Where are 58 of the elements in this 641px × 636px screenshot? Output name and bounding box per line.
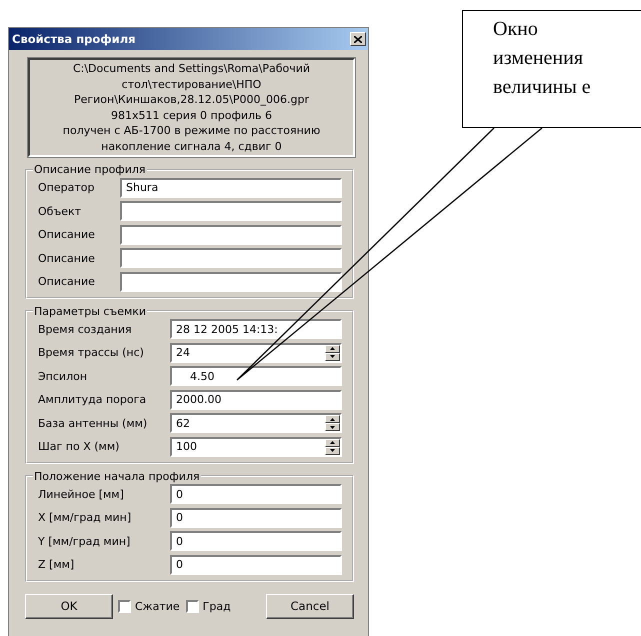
cancel-button[interactable]: Cancel	[266, 594, 354, 618]
input-field[interactable]	[120, 272, 342, 292]
field-label: Время создания	[37, 322, 133, 336]
close-icon	[354, 36, 362, 42]
field-label: X [мм/град мин]	[37, 511, 132, 524]
field-label: Описание	[37, 252, 96, 265]
spin-control[interactable]	[325, 344, 340, 361]
field-label: Шаг по X (мм)	[37, 440, 120, 454]
field-label: Y [мм/град мин]	[37, 534, 132, 548]
spin-control[interactable]	[325, 438, 340, 455]
spin-field[interactable]: 100	[170, 436, 342, 457]
input-field[interactable]: 0	[170, 508, 342, 528]
input-field[interactable]: 4.50	[170, 366, 342, 386]
input-field[interactable]: 0	[170, 554, 342, 575]
field-label: Оператор	[37, 181, 96, 194]
info-text: C:\Documents and Settings\Roma\Рабочий	[72, 61, 310, 76]
spin-field[interactable]: 62	[170, 413, 342, 434]
checkbox-label: Град	[202, 600, 231, 612]
field-label: Описание	[37, 275, 96, 288]
input-field[interactable]: 2000.00	[170, 390, 342, 410]
up-arrow-icon	[330, 418, 335, 421]
group-title: Положение начала профиля	[33, 470, 201, 482]
field-label: Линейное [мм]	[37, 488, 125, 501]
input-field[interactable]: 0	[170, 531, 342, 552]
checkbox[interactable]	[118, 600, 131, 612]
up-arrow-icon	[330, 347, 335, 350]
field-label: Эпсилон	[37, 370, 88, 383]
field-label: Объект	[37, 204, 82, 218]
group-title: Описание профиля	[33, 163, 146, 176]
callout: Окно изменения величины е	[462, 10, 641, 128]
field-label: Описание	[37, 228, 96, 242]
info-text: 981x511 серия 0 профиль 6	[110, 108, 272, 123]
ok-button[interactable]: OK	[25, 594, 113, 618]
field-label: База антенны (мм)	[37, 416, 148, 430]
field-label: Амплитуда порога	[37, 393, 148, 406]
info-text: стол\тестирование\НПО	[122, 76, 262, 92]
down-arrow-icon	[330, 355, 335, 358]
info-text: накопление сигнала 4, сдвиг 0	[101, 138, 282, 154]
field-label: Время трассы (нс)	[37, 346, 145, 360]
info-text: Регион\Киншаков,28.12.05\P000_006.gpr	[74, 92, 310, 108]
window-title: Свойства профиля	[12, 32, 136, 46]
input-field[interactable]	[120, 224, 342, 245]
checkbox-label: Сжатие	[135, 600, 180, 612]
checkbox[interactable]	[186, 600, 199, 612]
input-field[interactable]: Shura	[120, 178, 342, 198]
spin-control[interactable]	[325, 415, 340, 432]
spin-field[interactable]: 24	[170, 342, 342, 363]
down-arrow-icon	[330, 426, 335, 429]
input-field[interactable]: 28 12 2005 14:13:	[170, 319, 342, 340]
info-text: получен с АБ-1700 в режиме по расстоянию	[62, 123, 320, 138]
input-field[interactable]	[120, 248, 342, 268]
input-field[interactable]: 0	[170, 484, 342, 504]
close-button[interactable]	[350, 32, 366, 46]
up-arrow-icon	[330, 441, 335, 444]
group-title: Параметры съемки	[33, 304, 148, 318]
input-field[interactable]	[120, 201, 342, 222]
field-label: Z [мм]	[37, 558, 76, 572]
down-arrow-icon	[330, 449, 335, 452]
